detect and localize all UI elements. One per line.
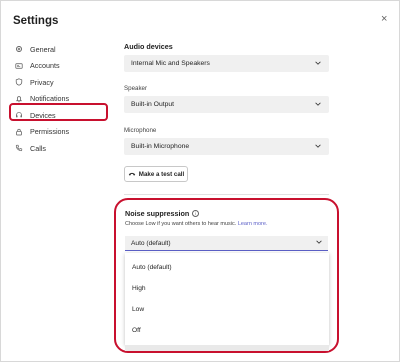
microphone-value: Built-in Microphone (131, 143, 190, 150)
option-low[interactable]: Low (125, 299, 329, 319)
shield-icon (14, 77, 24, 87)
description-text: Choose Low if you want others to hear mu… (125, 221, 237, 227)
noise-suppression-heading: Noise suppression i (125, 209, 200, 218)
devices-highlight-annotation (9, 103, 108, 121)
nav-item-label: Privacy (30, 77, 54, 87)
nav-item-permissions[interactable]: Permissions (10, 124, 110, 141)
nav-item-accounts[interactable]: Accounts (10, 58, 110, 75)
option-high[interactable]: High (125, 278, 329, 298)
microphone-label: Microphone (124, 127, 157, 134)
nav-item-label: Notifications (30, 94, 70, 104)
make-test-call-button[interactable]: Make a test call (124, 166, 188, 182)
noise-suppression-description: Choose Low if you want others to hear mu… (125, 221, 267, 227)
id-card-icon (14, 61, 24, 71)
chevron-down-icon (314, 142, 322, 152)
noise-suppression-title: Noise suppression (125, 209, 190, 218)
microphone-select[interactable]: Built-in Microphone (124, 138, 329, 155)
chevron-down-icon (314, 100, 322, 110)
audio-device-value: Internal Mic and Speakers (131, 60, 210, 67)
speaker-select[interactable]: Built-in Output (124, 96, 329, 113)
gear-icon (14, 44, 24, 54)
dropdown-bottom-edge (125, 345, 329, 351)
lock-icon (14, 127, 24, 137)
option-off[interactable]: Off (125, 320, 329, 340)
option-auto[interactable]: Auto (default) (125, 257, 329, 277)
dialog-title: Settings (13, 15, 59, 27)
nav-item-label: Accounts (30, 61, 60, 71)
chevron-down-icon (315, 238, 323, 248)
nav-item-label: Permissions (30, 127, 70, 137)
speaker-value: Built-in Output (131, 101, 175, 108)
learn-more-link[interactable]: Learn more. (238, 221, 268, 227)
section-divider (124, 194, 329, 195)
audio-devices-heading: Audio devices (124, 42, 173, 51)
phone-icon (128, 172, 135, 176)
chevron-down-icon (314, 59, 322, 69)
speaker-label: Speaker (124, 85, 148, 92)
noise-suppression-dropdown: Auto (default) High Low Off (125, 253, 329, 345)
noise-suppression-select[interactable]: Auto (default) (125, 236, 328, 251)
audio-device-select[interactable]: Internal Mic and Speakers (124, 55, 329, 72)
nav-item-label: Calls (30, 143, 46, 153)
settings-nav: General Accounts Privacy Notifications D… (10, 41, 110, 157)
nav-item-label: General (30, 44, 56, 54)
info-icon[interactable]: i (192, 210, 200, 217)
noise-suppression-value: Auto (default) (131, 239, 171, 247)
nav-item-calls[interactable]: Calls (10, 140, 110, 157)
nav-item-general[interactable]: General (10, 41, 110, 58)
phone-icon (14, 143, 24, 153)
settings-dialog: Settings × General Accounts Privacy Noti (0, 0, 400, 362)
nav-item-privacy[interactable]: Privacy (10, 74, 110, 91)
test-call-label: Make a test call (138, 170, 185, 178)
close-icon[interactable]: × (381, 14, 387, 25)
